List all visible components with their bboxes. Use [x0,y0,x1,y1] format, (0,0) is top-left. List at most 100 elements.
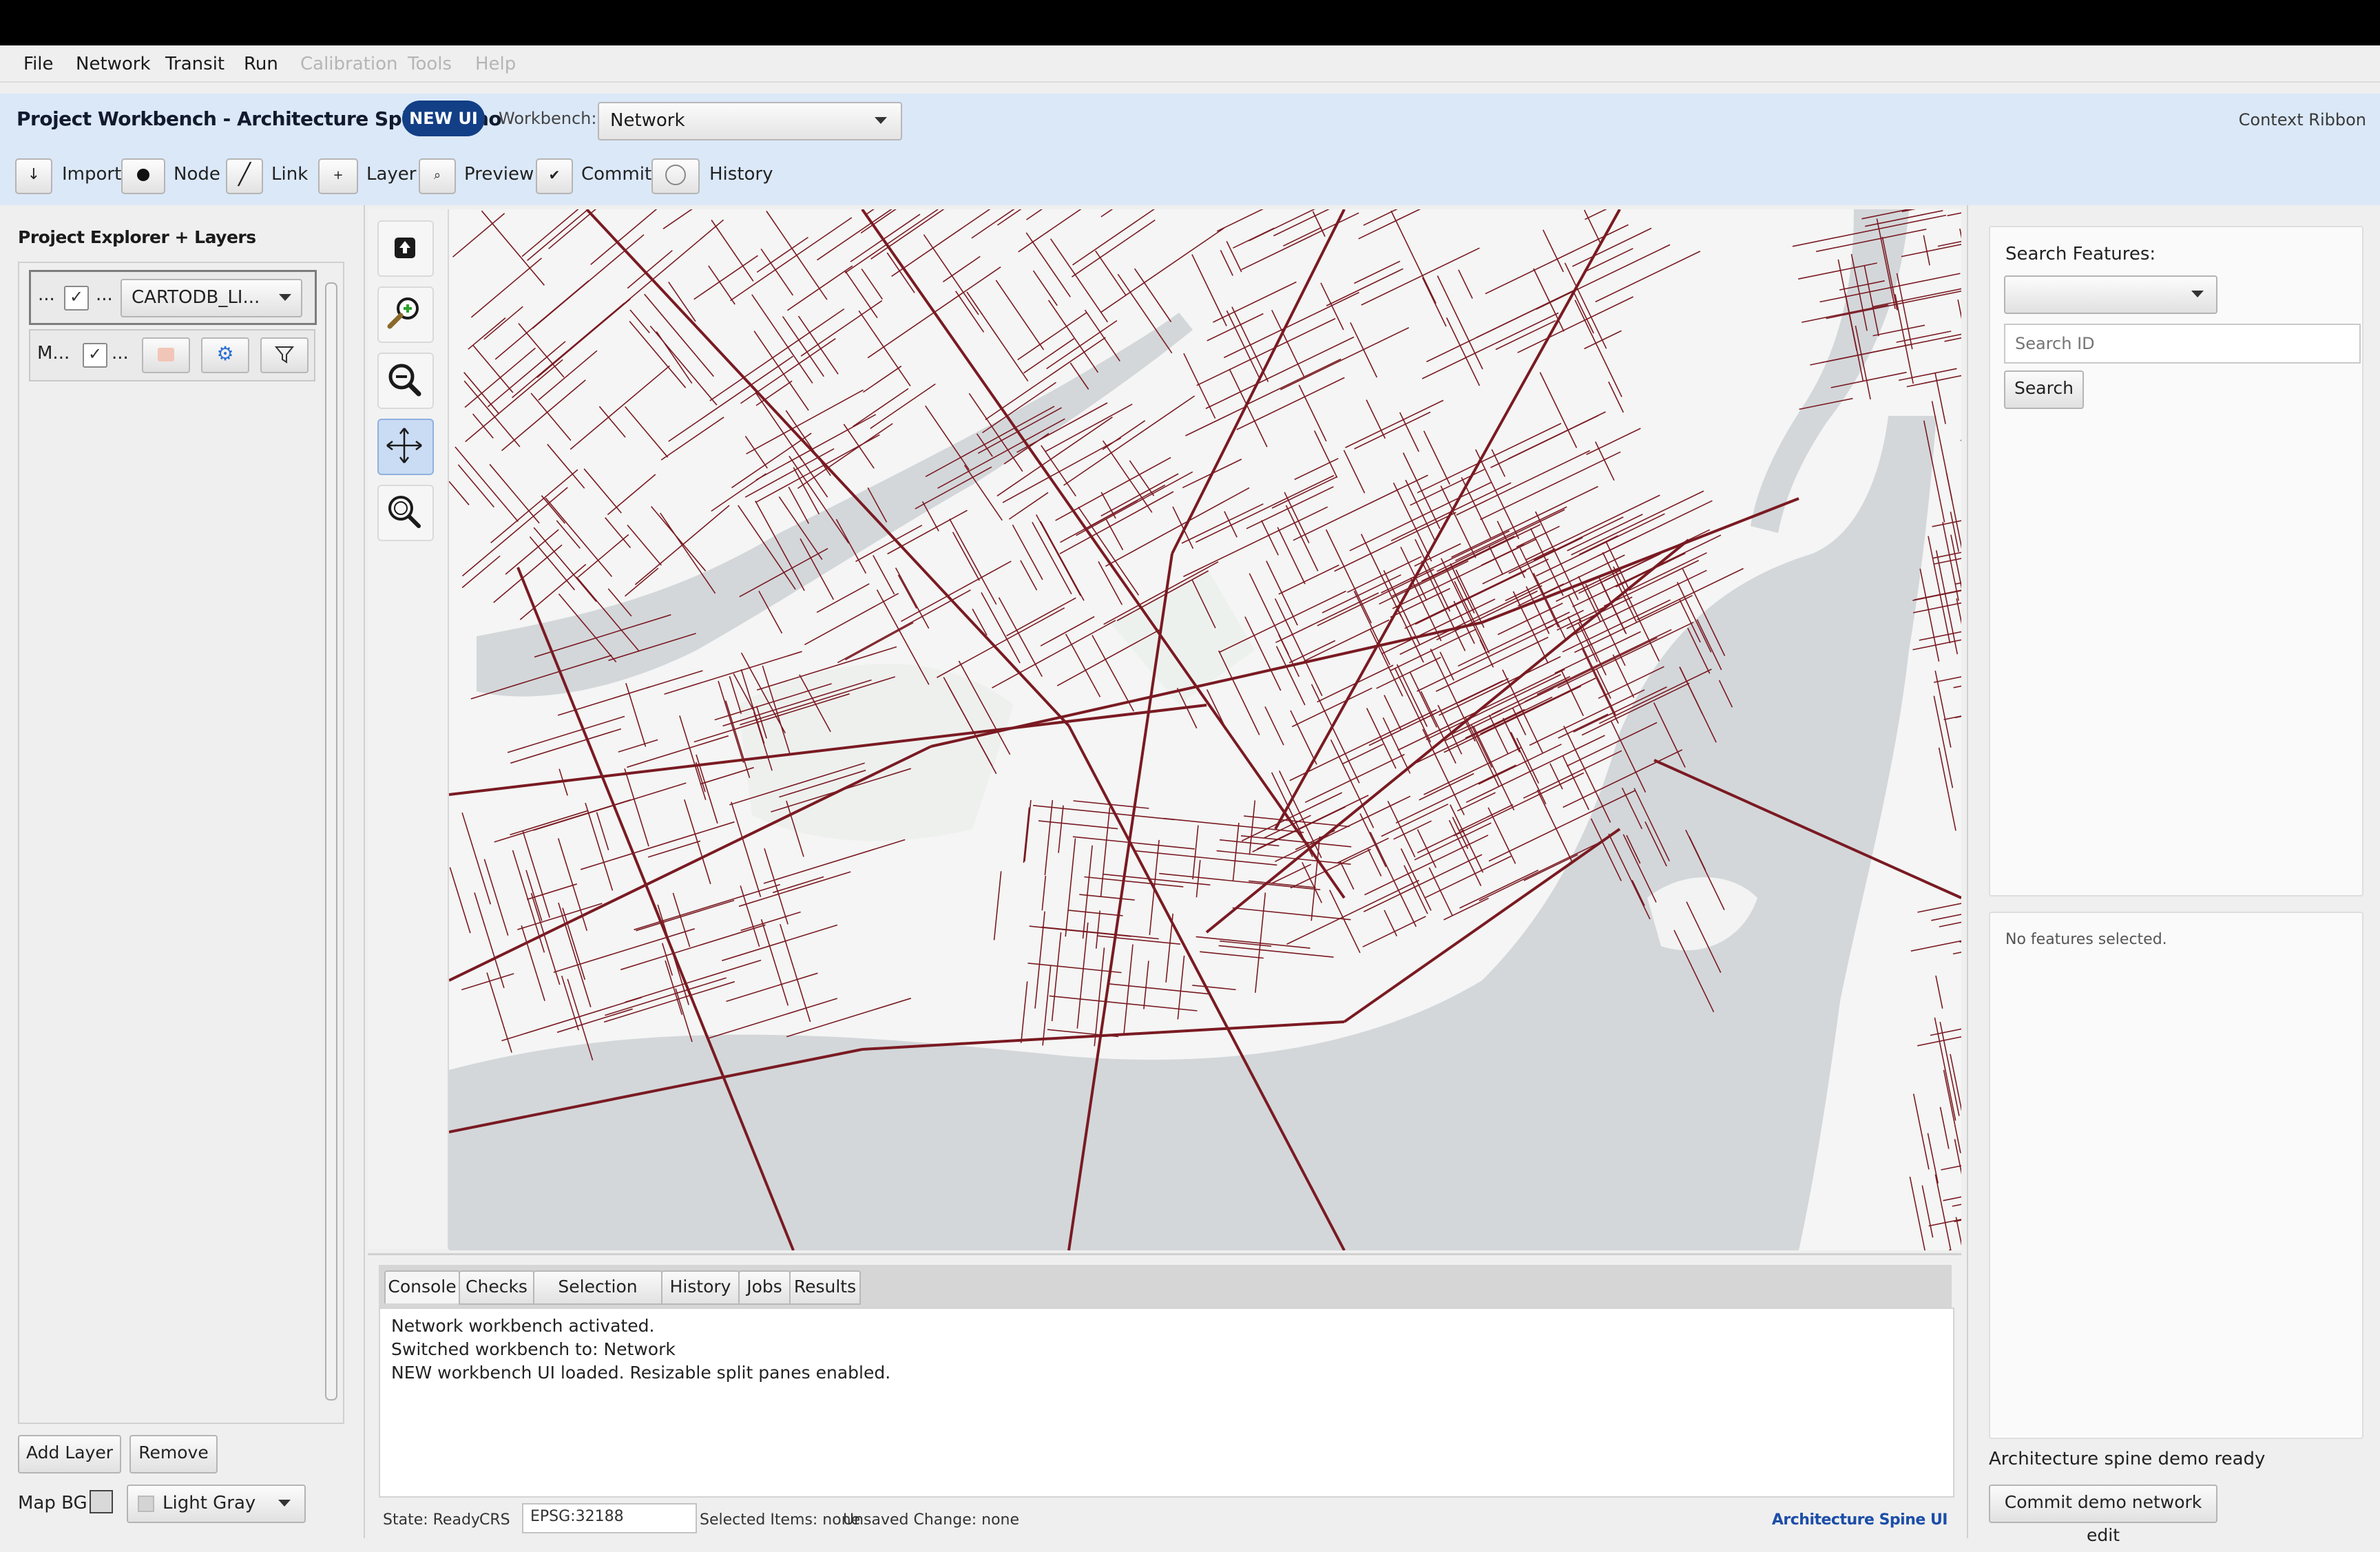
up-arrow-icon [395,238,415,258]
network-map[interactable] [449,209,1961,1250]
link-button[interactable]: ╱ [226,158,263,194]
selection-info-card: No features selected. [1989,912,2363,1439]
layer-row-network[interactable]: M... ✓ ... ⚙ [29,329,315,381]
map-bg-color-swatch[interactable] [90,1490,113,1513]
search-id-input[interactable] [2004,324,2361,364]
layer-name: ... [38,284,55,305]
console-tab-strip: Console Checks Selection Table History J… [379,1265,1952,1327]
status-unsaved-change: Unsaved Change: none [843,1511,1020,1529]
console-line: NEW workbench UI loaded. Resizable split… [391,1363,891,1383]
chevron-down-icon [278,1500,291,1507]
console-line: Switched workbench to: Network [391,1339,676,1359]
architecture-spine-link[interactable]: Architecture Spine UI [1772,1511,1948,1529]
commit-demo-button[interactable]: Commit demo network edit [1989,1485,2217,1545]
gear-icon: ⚙ [216,342,234,365]
download-arrow-icon: ↓ [27,166,41,183]
project-explorer-title: Project Explorer + Layers [18,227,256,247]
project-explorer-panel: Project Explorer + Layers ... ✓ ... CART… [0,205,365,1538]
feature-search-panel: Search Features: Search No features sele… [1967,205,2380,1545]
layer-style-button[interactable] [142,337,190,373]
zoom-in-button[interactable] [377,286,434,343]
layer-filter-button[interactable] [260,337,309,373]
menu-transit[interactable]: Transit [165,52,225,76]
preview-label[interactable]: Preview [464,164,534,185]
magnifier-icon: ⌕ [433,168,441,182]
tab-history[interactable]: History [661,1270,740,1305]
node-button[interactable] [121,158,165,194]
import-button[interactable]: ↓ [15,158,52,194]
layer-sub-label: ... [96,284,113,305]
new-ui-badge: NEW UI [402,101,485,136]
import-label[interactable]: Import [62,164,121,185]
layer-settings-button[interactable]: ⚙ [201,337,249,373]
layer-label[interactable]: Layer [366,164,417,185]
history-button[interactable] [651,158,700,194]
pan-button[interactable] [377,419,434,475]
menu-help: Help [475,54,516,74]
history-label[interactable]: History [709,164,773,185]
add-layer-button[interactable]: Add Layer [18,1435,121,1474]
console-panel: Console Checks Selection Table History J… [368,1253,1961,1538]
status-crs-label: CRS [479,1511,510,1529]
menu-file[interactable]: File [23,52,54,76]
layer-button[interactable]: + [318,158,358,194]
preview-button[interactable]: ⌕ [419,158,456,194]
console-line: Network workbench activated. [391,1316,655,1336]
search-type-select[interactable] [2004,275,2217,314]
menu-run[interactable]: Run [244,52,278,76]
tab-results[interactable]: Results [789,1270,861,1305]
menu-bar: File Network Transit Run Calibration Too… [0,45,2380,83]
dot-icon [137,169,149,181]
workbench-select[interactable]: Network [598,102,902,140]
chevron-down-icon [2191,291,2204,297]
map-tools-strip [368,209,449,1249]
crs-field[interactable]: EPSG:32188 [522,1503,697,1533]
zoom-out-button[interactable] [377,353,434,409]
console-output[interactable]: Network workbench activated. Switched wo… [379,1308,1954,1498]
basemap-select[interactable]: CARTODB_LI... [121,279,302,317]
zoom-extent-button[interactable] [377,220,434,277]
ready-status-text: Architecture spine demo ready [1989,1449,2266,1469]
menu-network[interactable]: Network [76,52,151,76]
menu-tools: Tools [408,54,452,74]
color-swatch-icon [138,1496,154,1512]
remove-layer-button[interactable]: Remove [129,1435,218,1474]
link-label[interactable]: Link [271,164,308,185]
toolbar: ↓ Import Node ╱ Link + Layer ⌕ Preview ✔… [0,146,2380,205]
commit-button[interactable]: ✔ [536,158,573,194]
workbench-select-value: Network [610,110,685,131]
layer-row-basemap[interactable]: ... ✓ ... CARTODB_LI... [29,270,317,325]
status-bar: State: Ready CRS EPSG:32188 Selected Ite… [379,1502,1952,1535]
checkmark-icon: ✔ [548,167,561,183]
layer-name: M... [37,343,70,364]
layer-visibility-checkbox[interactable]: ✓ [83,343,107,368]
chevron-down-icon [875,117,887,124]
layer-list-scrollbar[interactable] [322,266,337,1417]
search-features-label: Search Features: [2005,244,2156,264]
map-bg-label: Map BG [18,1493,87,1513]
scrollbar-thumb[interactable] [325,282,337,1401]
color-swatch-icon [158,348,174,361]
map-bg-select-value: Light Gray [163,1493,256,1513]
commit-label[interactable]: Commit [581,164,651,185]
tab-checks[interactable]: Checks [459,1270,534,1305]
zoom-window-icon [388,496,421,528]
airport-area [738,664,1014,841]
zoom-out-icon [388,364,421,397]
layer-sub-label: ... [112,343,129,364]
tab-jobs[interactable]: Jobs [738,1270,791,1305]
layer-visibility-checkbox[interactable]: ✓ [64,286,89,311]
map-bg-select[interactable]: Light Gray [127,1485,306,1523]
tab-selection-table[interactable]: Selection Table [533,1270,662,1327]
map-canvas[interactable] [449,209,1961,1250]
clock-icon [665,165,686,185]
title-strip: Project Workbench - Architecture Spine D… [0,94,2380,146]
slash-line-icon: ╱ [238,162,251,187]
menu-calibration: Calibration [300,54,398,74]
node-label[interactable]: Node [174,164,220,185]
zoom-window-button[interactable] [377,485,434,541]
search-button[interactable]: Search [2004,370,2084,409]
tab-console[interactable]: Console [384,1270,460,1303]
zoom-in-icon [387,297,419,329]
basemap-select-value: CARTODB_LI... [132,287,260,308]
